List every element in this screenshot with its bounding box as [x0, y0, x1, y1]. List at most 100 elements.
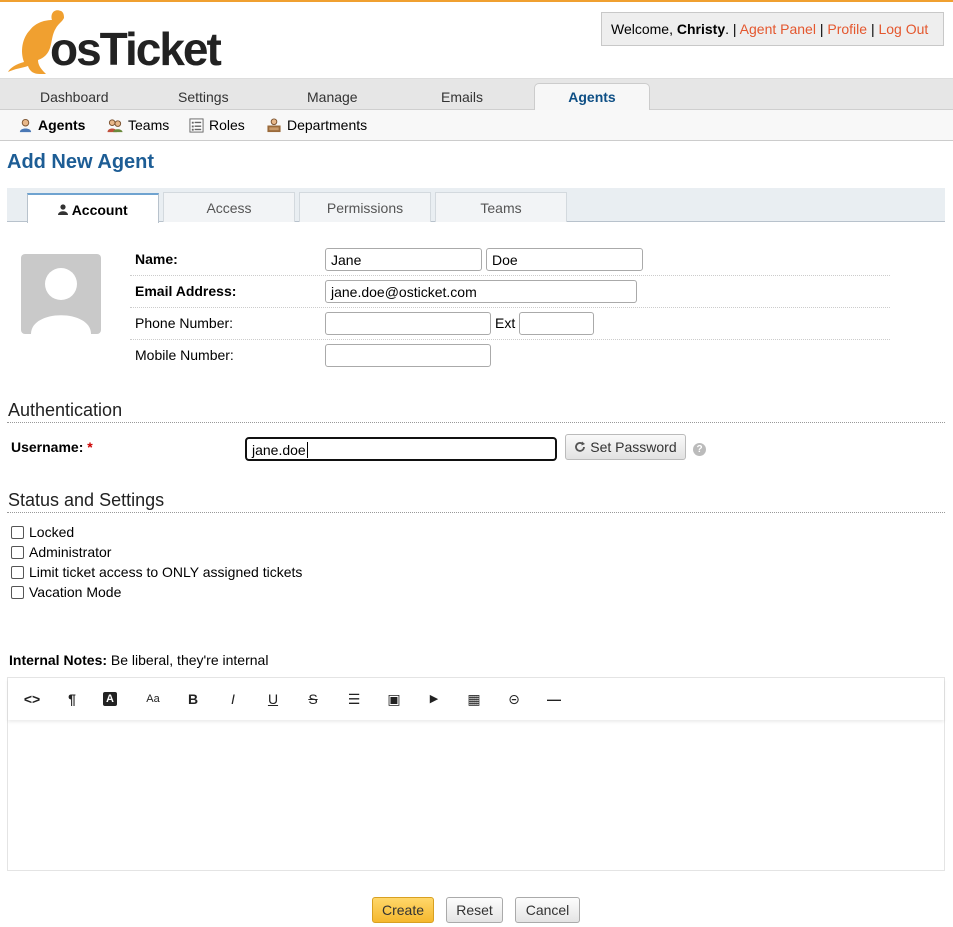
ext-input[interactable]: [519, 312, 594, 335]
section-divider: [7, 422, 945, 423]
tab-teams[interactable]: Teams: [435, 192, 567, 222]
limit-access-checkbox-row[interactable]: Limit ticket access to ONLY assigned tic…: [11, 564, 302, 580]
tab-manage[interactable]: Manage: [307, 89, 358, 105]
limit-access-label: Limit ticket access to ONLY assigned tic…: [29, 564, 303, 580]
administrator-label: Administrator: [29, 544, 112, 560]
subnav-item-agents[interactable]: Agents: [18, 117, 85, 133]
font-size-icon[interactable]: Aa: [143, 689, 163, 709]
row-divider: [130, 307, 890, 308]
reset-button[interactable]: Reset: [446, 897, 503, 923]
welcome-box: Welcome, Christy. | Agent Panel | Profil…: [601, 12, 944, 46]
departments-icon: [267, 117, 281, 132]
welcome-prefix: Welcome,: [611, 21, 673, 37]
user-icon: [58, 204, 69, 215]
row-divider: [130, 339, 890, 340]
authentication-heading: Authentication: [8, 400, 123, 420]
refresh-icon: [575, 441, 586, 452]
first-name-input[interactable]: Jane: [325, 248, 482, 271]
welcome-suffix: .: [725, 21, 729, 37]
underline-icon[interactable]: U: [263, 689, 283, 709]
row-divider: [130, 275, 890, 276]
html-icon[interactable]: <>: [22, 689, 42, 709]
tab-agents[interactable]: Agents: [534, 83, 650, 111]
vacation-mode-checkbox-row[interactable]: Vacation Mode: [11, 584, 121, 600]
avatar[interactable]: [21, 254, 101, 334]
subnav-item-teams[interactable]: Teams: [107, 117, 169, 133]
mobile-input[interactable]: [325, 344, 491, 367]
phone-label: Phone Number:: [135, 315, 234, 331]
locked-checkbox[interactable]: [11, 525, 24, 539]
roles-icon: [189, 117, 204, 133]
tab-settings[interactable]: Settings: [178, 89, 229, 105]
section-divider: [7, 512, 945, 513]
required-mark: *: [87, 439, 93, 455]
phone-input[interactable]: [325, 312, 491, 335]
logo-text: osTicket: [50, 23, 222, 75]
logout-link[interactable]: Log Out: [878, 21, 928, 37]
form-tabs: Account Access Permissions Teams: [7, 188, 945, 223]
tab-account[interactable]: Account: [27, 193, 159, 223]
help-icon[interactable]: ?: [693, 443, 706, 456]
vacation-mode-checkbox[interactable]: [11, 585, 24, 599]
sub-nav: Agents Teams Roles Departments: [0, 110, 953, 141]
administrator-checkbox[interactable]: [11, 545, 24, 559]
cancel-button[interactable]: Cancel: [515, 897, 580, 923]
link-icon[interactable]: ⊝: [504, 689, 524, 709]
username-value: jane.doe: [252, 442, 306, 458]
locked-label: Locked: [29, 524, 75, 540]
list-icon[interactable]: ☰: [344, 689, 364, 709]
avatar-placeholder-icon: [31, 268, 91, 334]
tab-dashboard[interactable]: Dashboard: [40, 89, 109, 105]
agent-panel-link[interactable]: Agent Panel: [740, 21, 816, 37]
username-label: Username: *: [11, 439, 93, 455]
email-label: Email Address:: [135, 283, 237, 299]
internal-notes-label: Internal Notes: Be liberal, they're inte…: [9, 652, 268, 668]
subnav-label: Roles: [209, 117, 245, 133]
osticket-logo[interactable]: osTicket: [6, 6, 222, 76]
page-title: Add New Agent: [7, 151, 155, 173]
image-icon[interactable]: ▣: [384, 689, 404, 709]
top-accent-line: [0, 0, 953, 2]
ext-label: Ext: [495, 315, 516, 331]
paragraph-icon[interactable]: ¶: [62, 689, 82, 709]
teams-icon: [107, 118, 123, 132]
set-password-label: Set Password: [590, 439, 677, 455]
bold-icon[interactable]: B: [183, 689, 203, 709]
subnav-item-departments[interactable]: Departments: [266, 117, 367, 133]
video-icon[interactable]: ▶: [424, 689, 444, 709]
font-color-icon[interactable]: A: [103, 692, 117, 706]
horizontal-rule-icon[interactable]: —: [544, 689, 564, 709]
tab-emails[interactable]: Emails: [441, 89, 483, 105]
set-password-button[interactable]: Set Password: [565, 434, 686, 460]
status-settings-heading: Status and Settings: [8, 490, 165, 510]
internal-notes-editor[interactable]: <> ¶ A Aa B I U S ☰ ▣ ▶ ▦ ⊝ —: [7, 677, 945, 871]
username-label-text: Username:: [11, 439, 84, 455]
tab-access[interactable]: Access: [163, 192, 295, 222]
name-label: Name:: [135, 251, 178, 267]
main-nav: Dashboard Settings Manage Emails Agents: [0, 78, 953, 111]
username-input[interactable]: jane.doe: [245, 437, 557, 461]
mobile-label: Mobile Number:: [135, 347, 234, 363]
tab-account-label: Account: [71, 202, 128, 218]
agent-icon: [19, 118, 32, 132]
internal-notes-title: Internal Notes:: [9, 652, 108, 668]
italic-icon[interactable]: I: [223, 689, 243, 709]
text-cursor: [306, 442, 308, 458]
editor-toolbar: <> ¶ A Aa B I U S ☰ ▣ ▶ ▦ ⊝ —: [8, 678, 944, 720]
vacation-mode-label: Vacation Mode: [29, 584, 122, 600]
subnav-label: Agents: [38, 117, 86, 133]
profile-link[interactable]: Profile: [827, 21, 867, 37]
email-input[interactable]: jane.doe@osticket.com: [325, 280, 637, 303]
subnav-label: Teams: [128, 117, 170, 133]
locked-checkbox-row[interactable]: Locked: [11, 524, 74, 540]
table-icon[interactable]: ▦: [464, 689, 484, 709]
user-name: Christy: [676, 21, 726, 37]
subnav-item-roles[interactable]: Roles: [189, 117, 245, 133]
tab-permissions[interactable]: Permissions: [299, 192, 431, 222]
limit-access-checkbox[interactable]: [11, 565, 24, 579]
last-name-input[interactable]: Doe: [486, 248, 643, 271]
internal-notes-hint: Be liberal, they're internal: [110, 652, 269, 668]
administrator-checkbox-row[interactable]: Administrator: [11, 544, 111, 560]
create-button[interactable]: Create: [372, 897, 434, 923]
strikethrough-icon[interactable]: S: [303, 689, 323, 709]
